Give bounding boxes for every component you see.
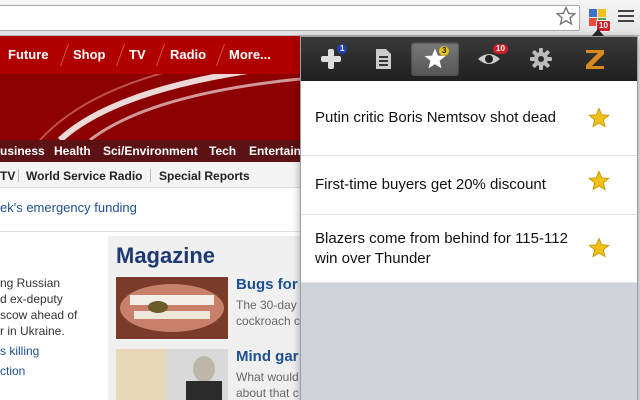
- gear-icon: [530, 48, 552, 70]
- hamburger-menu-icon[interactable]: [618, 10, 634, 24]
- favorites-list: Putin critic Boris Nemtsov shot dead Fir…: [301, 81, 637, 283]
- section-entertainment[interactable]: Entertain: [249, 144, 301, 158]
- star-outline-icon[interactable]: [556, 6, 576, 26]
- favorite-star-icon[interactable]: [588, 170, 610, 192]
- headline-link[interactable]: ek's emergency funding: [0, 200, 137, 215]
- z-logo-icon: [586, 50, 604, 69]
- subnav-separator: [150, 169, 151, 182]
- nav-separator: [215, 44, 226, 66]
- story-text-line: r in Ukraine.: [0, 324, 65, 338]
- list-item[interactable]: Blazers come from behind for 115-112 win…: [301, 215, 637, 283]
- subnav-world-service-radio[interactable]: World Service Radio: [26, 169, 142, 183]
- section-health[interactable]: Health: [54, 144, 91, 158]
- favorites-count-badge: 3: [439, 46, 450, 56]
- favorite-star-icon[interactable]: [588, 237, 610, 259]
- nav-separator: [155, 44, 166, 66]
- list-item[interactable]: First-time buyers get 20% discount: [301, 156, 637, 215]
- watch-button[interactable]: 10: [465, 42, 513, 76]
- section-sci-environment[interactable]: Sci/Environment: [103, 144, 198, 158]
- story-text-line: d ex-deputy: [0, 292, 63, 306]
- unread-count-badge: 10: [493, 44, 508, 54]
- story-summary: The 30-day: [236, 298, 297, 312]
- browser-toolbar: 10: [0, 0, 640, 36]
- settings-button[interactable]: [517, 42, 565, 76]
- extension-popup: 1 3 10 Putin critic Boris Nemtsov shot d…: [300, 36, 638, 400]
- add-count-badge: 1: [337, 44, 348, 54]
- nav-item-future[interactable]: Future: [8, 47, 48, 62]
- nav-separator: [59, 44, 70, 66]
- nav-item-shop[interactable]: Shop: [73, 47, 106, 62]
- item-title[interactable]: Blazers come from behind for 115-112 win…: [315, 215, 585, 282]
- screen: 10 Future Shop TV Radio More... usiness …: [0, 0, 640, 400]
- brand-button[interactable]: [571, 42, 619, 76]
- story-summary: What would: [236, 370, 299, 384]
- item-title[interactable]: Putin critic Boris Nemtsov shot dead: [315, 81, 585, 155]
- nav-item-more[interactable]: More...: [229, 47, 271, 62]
- subnav-special-reports[interactable]: Special Reports: [159, 169, 250, 183]
- section-tech[interactable]: Tech: [209, 144, 236, 158]
- story-title[interactable]: Mind gar: [236, 348, 299, 365]
- favorites-tab[interactable]: 3: [411, 42, 459, 76]
- nav-item-tv[interactable]: TV: [129, 47, 146, 62]
- add-button[interactable]: 1: [307, 42, 355, 76]
- popup-toolbar: 1 3 10: [301, 37, 637, 81]
- articles-button[interactable]: [359, 42, 407, 76]
- item-title[interactable]: First-time buyers get 20% discount: [315, 156, 585, 214]
- magazine-title: Magazine: [116, 243, 216, 268]
- address-bar[interactable]: [0, 5, 580, 31]
- related-link[interactable]: ction: [0, 364, 25, 378]
- section-business[interactable]: usiness: [0, 144, 45, 158]
- story-summary: about that c: [236, 386, 299, 400]
- subnav-separator: [18, 169, 19, 182]
- story-title[interactable]: Bugs for: [236, 276, 298, 293]
- story-thumbnail-teeth[interactable]: [116, 277, 228, 339]
- story-thumbnail-portrait[interactable]: [116, 349, 228, 400]
- nav-separator: [115, 44, 126, 66]
- story-summary: cockroach c: [236, 314, 301, 328]
- story-text-line: scow ahead of: [0, 308, 78, 322]
- list-item[interactable]: Putin critic Boris Nemtsov shot dead: [301, 81, 637, 156]
- nav-item-radio[interactable]: Radio: [170, 47, 206, 62]
- document-icon: [376, 49, 391, 69]
- favorite-star-icon[interactable]: [588, 107, 610, 129]
- subnav-tv[interactable]: TV: [0, 169, 15, 183]
- story-text-line: ng Russian: [0, 276, 61, 290]
- related-link[interactable]: s killing: [0, 344, 39, 358]
